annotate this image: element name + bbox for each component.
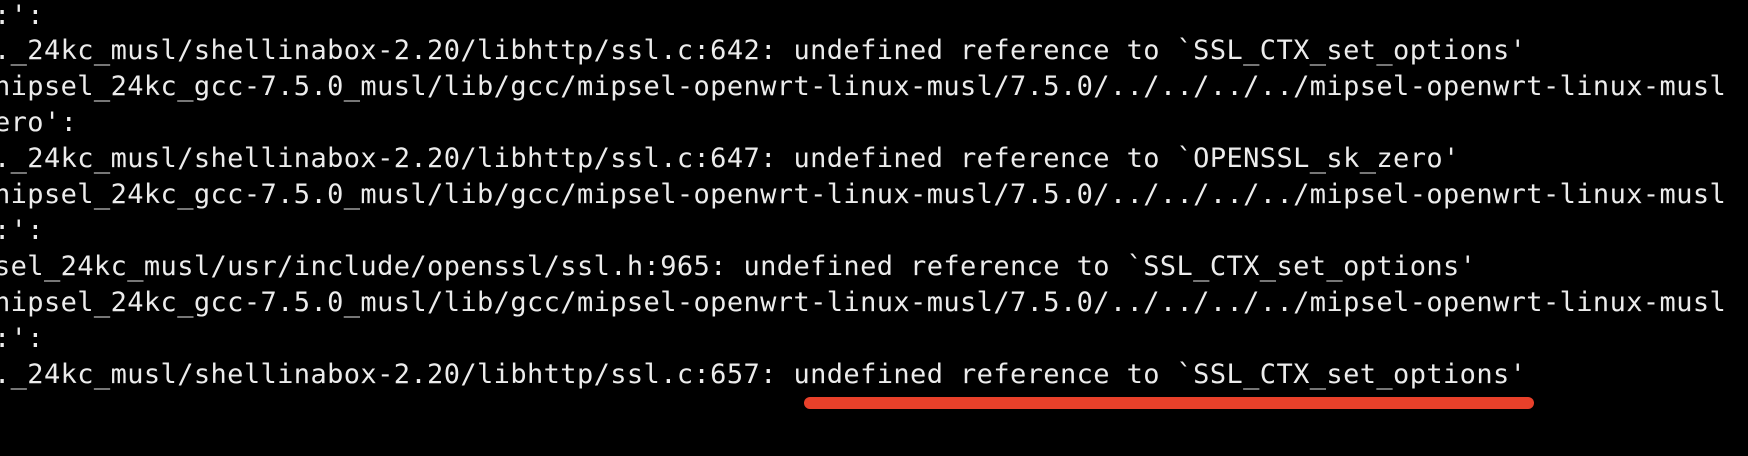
terminal-line: :': [0, 0, 44, 31]
terminal-line: ._24kc_musl/shellinabox-2.20/libhttp/ssl… [0, 35, 1527, 66]
error-highlight-underline [804, 397, 1534, 409]
terminal-line: ._24kc_musl/shellinabox-2.20/libhttp/ssl… [0, 143, 1460, 174]
terminal-line: ._24kc_musl/shellinabox-2.20/libhttp/ssl… [0, 359, 1527, 390]
terminal-line: :': [0, 215, 44, 246]
terminal-line: :': [0, 323, 44, 354]
terminal-line: nipsel_24kc_gcc-7.5.0_musl/lib/gcc/mipse… [0, 287, 1727, 318]
terminal-line: nipsel_24kc_gcc-7.5.0_musl/lib/gcc/mipse… [0, 71, 1727, 102]
terminal-line: sel_24kc_musl/usr/include/openssl/ssl.h:… [0, 251, 1477, 282]
terminal-output[interactable]: :': ._24kc_musl/shellinabox-2.20/libhttp… [0, 0, 1748, 456]
terminal-line: ero': [0, 107, 78, 138]
terminal-line: nipsel_24kc_gcc-7.5.0_musl/lib/gcc/mipse… [0, 179, 1727, 210]
